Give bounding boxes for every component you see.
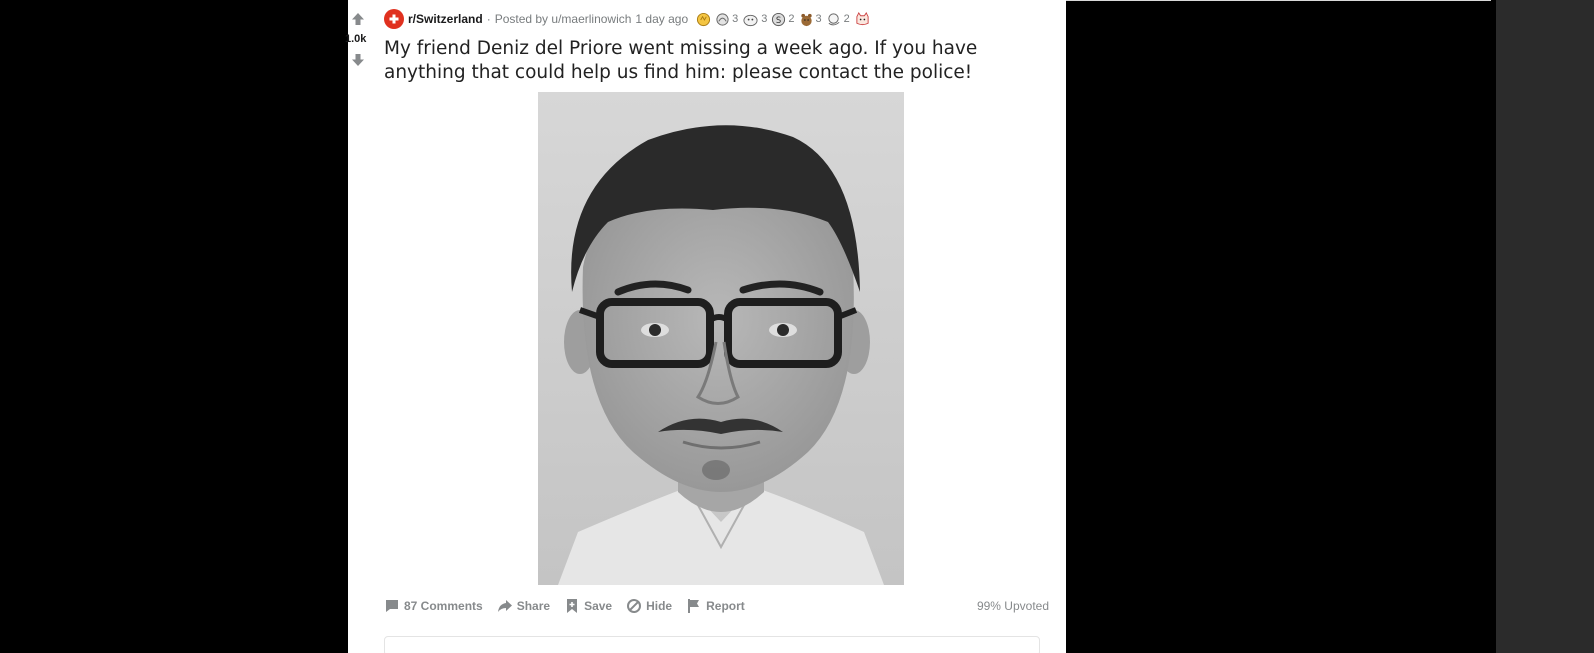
subreddit-link[interactable]: r/Switzerland [408,12,483,26]
hide-label: Hide [646,599,673,613]
award-coin[interactable]: S 2 [771,12,795,27]
author-link[interactable]: Posted by u/maerlinowich [495,12,632,26]
cat-award-icon [856,11,869,25]
flag-icon [688,599,700,613]
upvote-arrow-icon [352,13,364,25]
award-cat[interactable] [854,11,871,27]
downvote-button[interactable] [350,52,366,68]
post-actions: 87 Comments Share Save Hide Report [384,595,759,617]
upvote-ratio: 99% Upvoted [976,599,1049,613]
award-gold[interactable] [696,12,711,27]
award-hug[interactable]: 2 [826,12,850,27]
scrollbar[interactable] [1496,0,1594,653]
post-image[interactable] [538,92,904,585]
vote-score: 1.0k [345,33,367,45]
comment-icon [386,600,398,612]
award-count: 2 [843,13,850,25]
hug-award-icon [828,12,840,25]
post-title[interactable]: My friend Deniz del Priore went missing … [384,37,1048,85]
share-icon [497,600,512,612]
save-label: Save [584,599,613,613]
coin-award-icon: S [772,12,786,26]
upvote-button[interactable] [350,11,366,27]
comments-button[interactable]: 87 Comments [384,598,483,614]
page: 1.0k r/Switzerland · Posted by u/maerlin… [0,0,1594,653]
award-count: 3 [815,13,822,25]
award-count: 3 [732,13,739,25]
downvote-arrow-icon [352,54,364,66]
report-label: Report [706,599,745,613]
hide-icon [627,599,642,613]
subreddit-flag-icon[interactable] [384,9,404,29]
post-card: 1.0k r/Switzerland · Posted by u/maerlin… [345,0,1066,653]
save-button[interactable]: Save [564,598,612,614]
vote-column: 1.0k [345,0,384,80]
hide-button[interactable]: Hide [626,598,672,614]
report-button[interactable]: Report [686,598,745,614]
silver-award-icon [716,12,729,26]
comment-input[interactable] [384,636,1040,653]
top-divider [1065,0,1491,1]
svg-text:S: S [776,14,781,24]
award-silver[interactable]: 3 [715,12,738,27]
gold-award-icon [697,12,711,26]
bookmark-icon [567,599,578,613]
bear-award-icon [800,13,812,26]
share-label: Share [516,599,551,613]
post-timestamp[interactable]: 1 day ago [635,12,688,26]
share-button[interactable]: Share [497,598,550,614]
award-wholesome[interactable]: 3 [742,12,767,27]
wholesome-award-icon [743,14,758,26]
award-count: 2 [788,13,795,25]
meta-separator: · [486,12,491,26]
award-count: 3 [761,13,768,25]
post-meta: r/Switzerland · Posted by u/maerlinowich… [384,9,875,29]
award-bear[interactable]: 3 [799,12,822,27]
comments-label: 87 Comments [404,599,483,613]
portrait-photo [538,92,904,585]
